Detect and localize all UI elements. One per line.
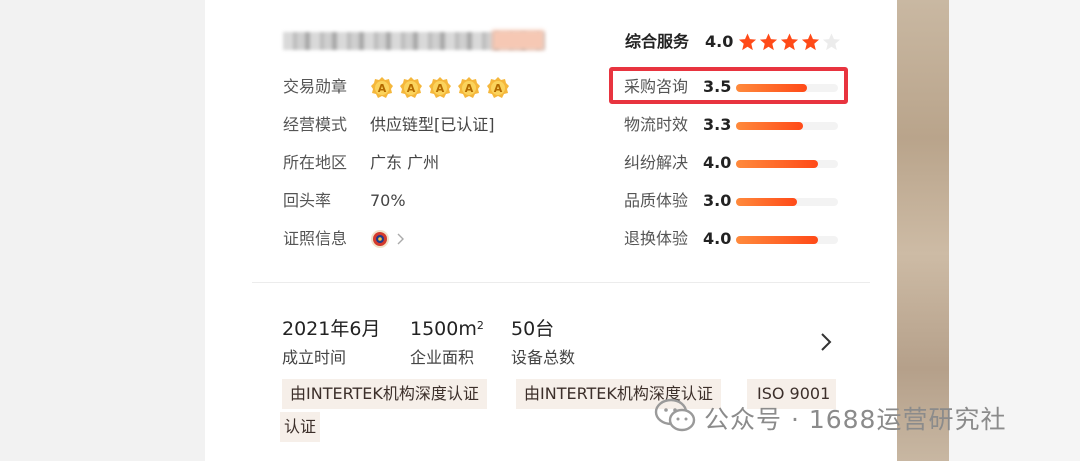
repurchase-label: 回头率 <box>283 191 332 210</box>
a-medal-icon[interactable]: A <box>486 76 510 100</box>
svg-text:A: A <box>407 82 416 95</box>
founded-date-value: 2021年6月 <box>282 318 381 340</box>
license-label: 证照信息 <box>283 229 348 248</box>
business-model-label: 经营模式 <box>283 115 348 134</box>
license-emblem-icon[interactable] <box>370 229 390 256</box>
svg-text:A: A <box>494 82 503 95</box>
founded-date-label: 成立时间 <box>282 348 347 367</box>
left-background <box>0 0 205 461</box>
a-medal-icon[interactable]: A <box>428 76 452 100</box>
certification-tag: 由INTERTEK机构深度认证 <box>282 379 487 409</box>
metric-bar <box>736 236 838 244</box>
metric-score: 3.3 <box>703 115 732 134</box>
rating-stars <box>738 31 843 53</box>
equipment-value: 50台 <box>511 318 555 340</box>
highlight-annotation-box <box>609 67 848 104</box>
area-label: 企业面积 <box>410 348 475 367</box>
a-medal-icon[interactable]: A <box>457 76 481 100</box>
region-value: 广东 广州 <box>370 153 440 172</box>
region-label: 所在地区 <box>283 153 348 172</box>
a-medal-icon[interactable]: A <box>399 76 423 100</box>
metric-label: 品质体验 <box>624 191 689 210</box>
metric-label: 物流时效 <box>624 115 689 134</box>
area-value: 1500m2 <box>410 315 484 343</box>
metric-score: 4.0 <box>703 229 732 248</box>
overall-service-score: 4.0 <box>705 32 734 51</box>
star-filled-icon <box>738 32 757 52</box>
chevron-right-icon[interactable] <box>395 227 405 258</box>
svg-text:A: A <box>436 82 445 95</box>
metric-score: 4.0 <box>703 153 732 172</box>
overall-service-title: 综合服务 <box>625 32 690 51</box>
repurchase-value: 70% <box>370 191 406 210</box>
equipment-label: 设备总数 <box>511 348 576 367</box>
watermark-text: 公众号 · 1688运营研究社 <box>704 405 1007 434</box>
area-unit-superscript: 2 <box>476 319 484 332</box>
business-model-value: 供应链型[已认证] <box>370 115 495 134</box>
metric-label: 退换体验 <box>624 229 689 248</box>
metric-score: 3.0 <box>703 191 732 210</box>
metric-bar-fill <box>736 122 804 130</box>
star-filled-icon <box>780 32 799 52</box>
metric-bar-fill <box>736 236 818 244</box>
metric-bar <box>736 122 838 130</box>
section-divider <box>252 282 870 283</box>
metric-bar <box>736 198 838 206</box>
svg-text:A: A <box>378 82 387 95</box>
watermark: 公众号 · 1688运营研究社 <box>654 392 1006 444</box>
chevron-right-icon[interactable] <box>818 330 834 354</box>
a-medal-icon[interactable]: A <box>370 76 394 100</box>
svg-text:A: A <box>465 82 474 95</box>
badge-list: AAAAA <box>370 75 515 100</box>
badges-label: 交易勋章 <box>283 77 348 96</box>
metric-label: 纠纷解决 <box>624 153 689 172</box>
company-name-blurred-accent <box>492 30 544 50</box>
certification-tag-continued: 认证 <box>280 412 321 442</box>
metric-bar-fill <box>736 198 798 206</box>
wechat-logo-icon <box>654 397 698 439</box>
metric-bar <box>736 160 838 168</box>
star-empty-icon <box>822 32 841 52</box>
star-filled-icon <box>759 32 778 52</box>
metric-bar-fill <box>736 160 818 168</box>
area-number: 1500m <box>410 318 477 340</box>
star-filled-icon <box>801 32 820 52</box>
